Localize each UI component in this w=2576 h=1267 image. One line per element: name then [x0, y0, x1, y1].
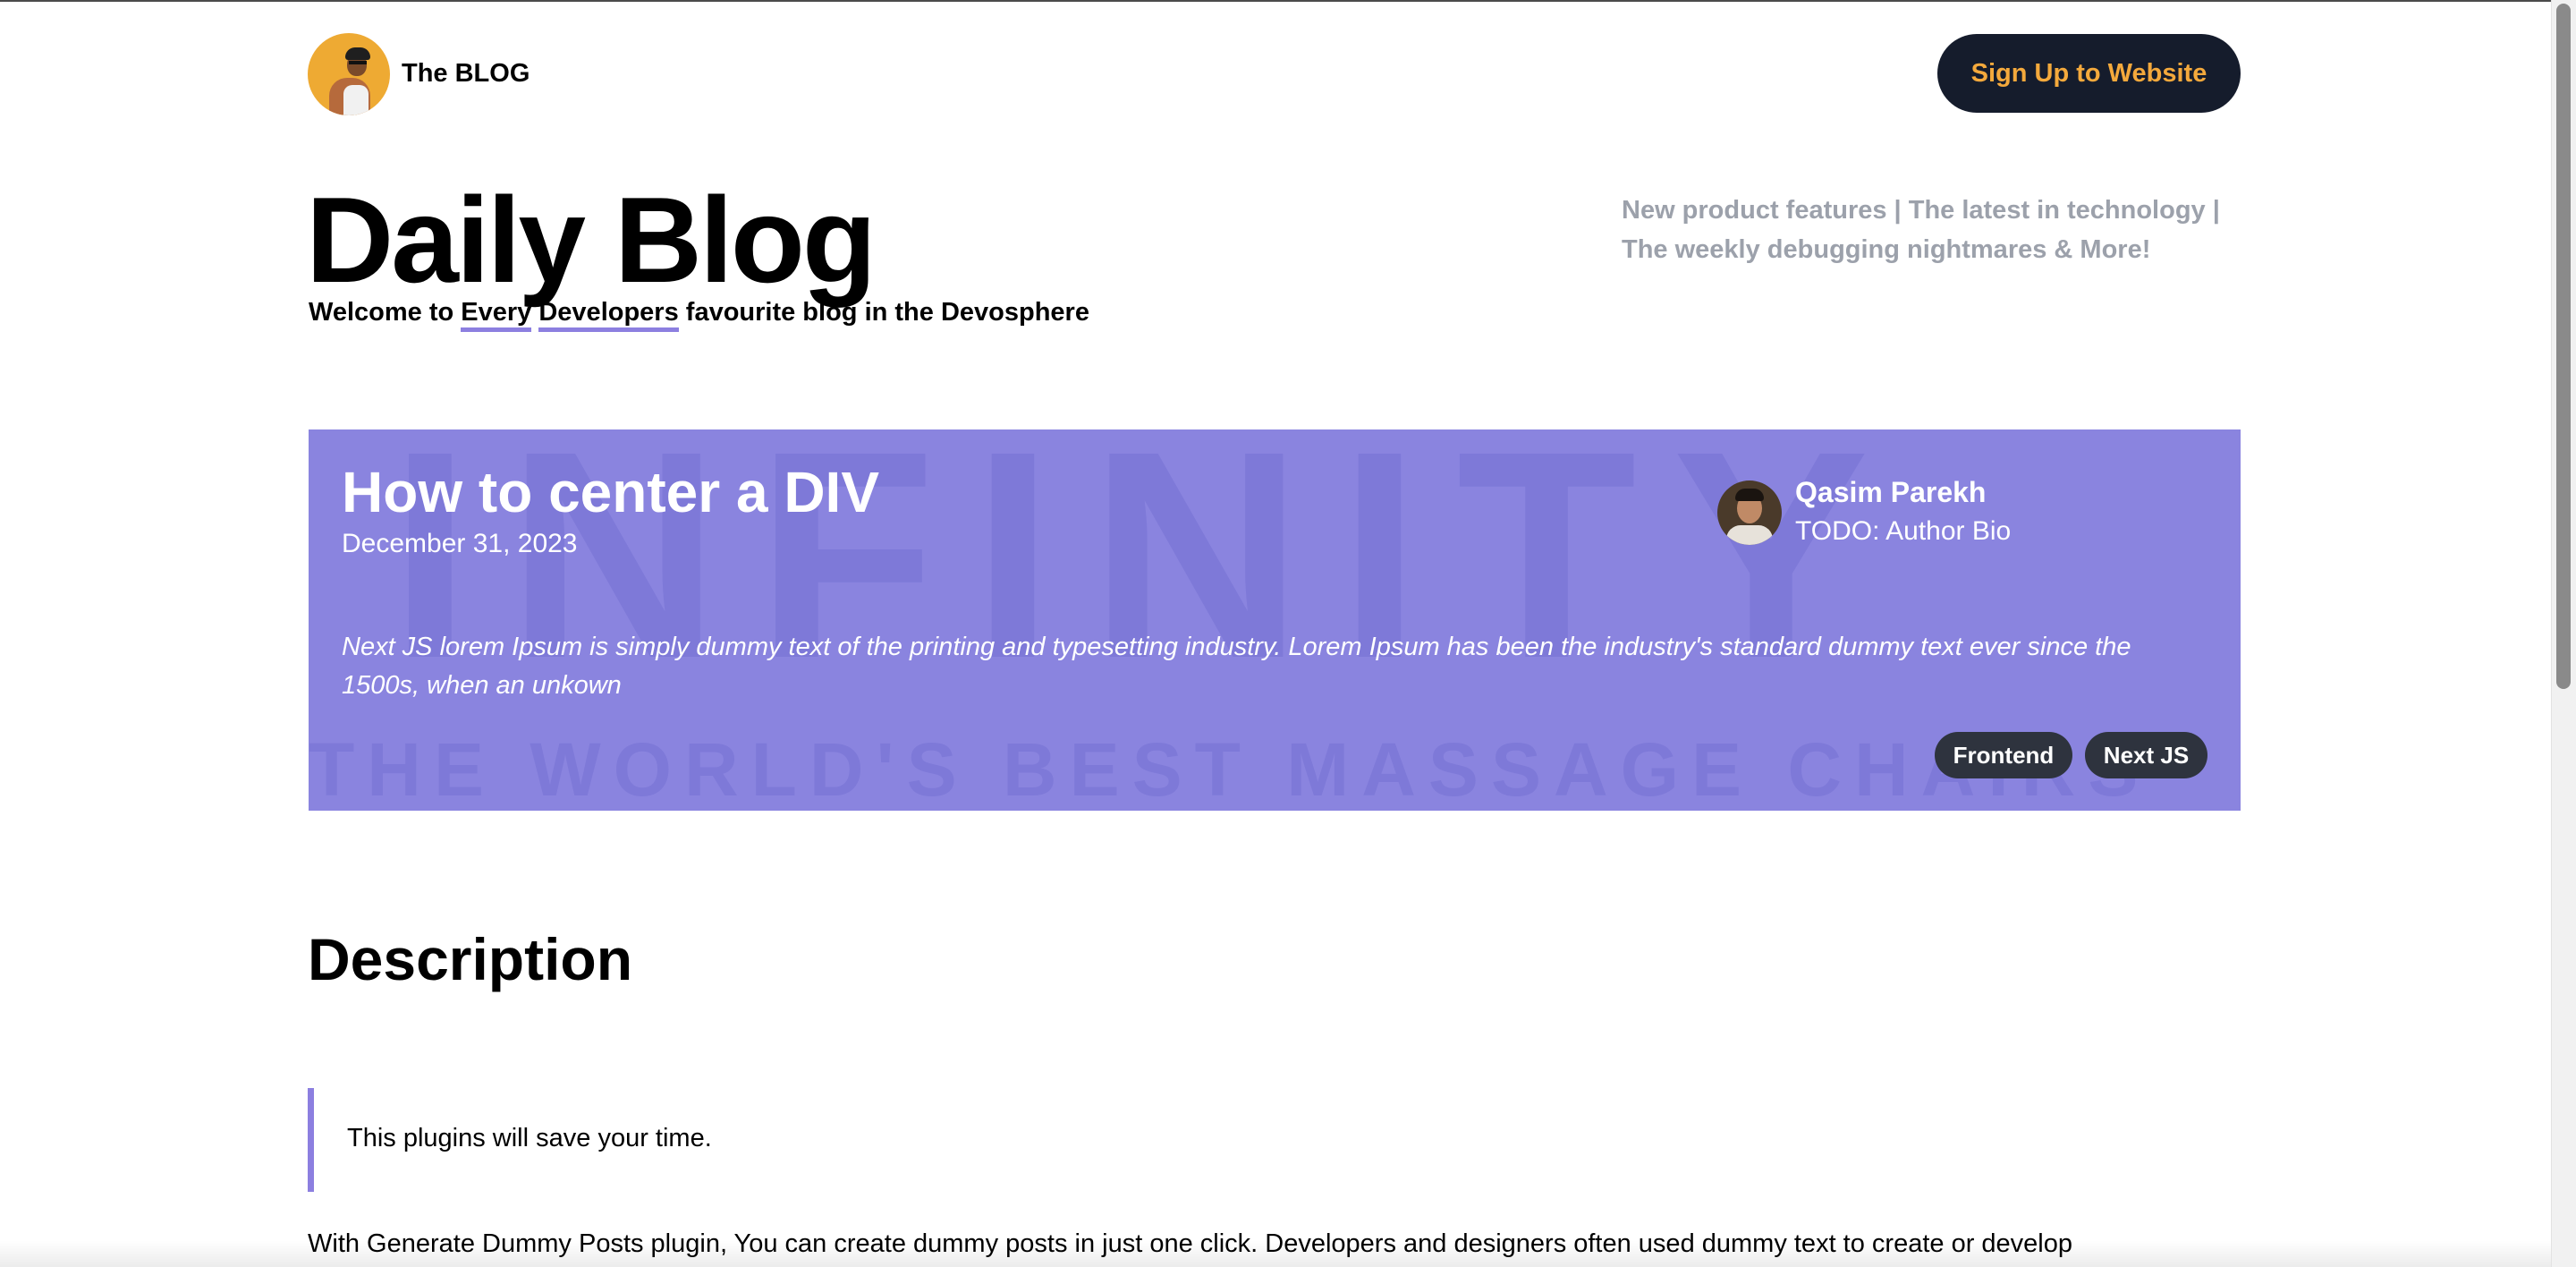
author-name: Qasim Parekh [1795, 476, 1987, 508]
subtitle-text: favourite blog in the Devosphere [685, 298, 1089, 327]
blog-logo-avatar[interactable] [308, 33, 390, 115]
description-heading: Description [308, 926, 633, 992]
site-tagline: New product features | The latest in tec… [1622, 196, 2220, 264]
blockquote: This plugins will save your time. [308, 1088, 2240, 1192]
page-title: Daily Blog [306, 172, 877, 308]
window-top-border [0, 0, 2576, 2]
post-title[interactable]: How to center a DIV [342, 456, 879, 528]
post-excerpt: Next JS lorem Ipsum is simply dummy text… [342, 633, 2131, 700]
page-subtitle: Welcome to Every Developers favourite bl… [309, 296, 1089, 332]
bottom-fade [0, 1240, 2551, 1267]
subtitle-space [679, 298, 686, 327]
brand-name-link[interactable]: The BLOG [402, 57, 530, 89]
avatar-shirt [343, 85, 369, 115]
blockquote-text: This plugins will save your time. [347, 1124, 712, 1152]
author-avatar [1717, 480, 1782, 545]
avatar-glasses [349, 61, 367, 64]
author-avatar-torso [1726, 525, 1773, 545]
subtitle-text: Welcome to [309, 298, 462, 327]
card-background-line: THE WORLD'S BEST MASSAGE CHAIRS [309, 727, 2151, 811]
tag-next-js[interactable]: Next JS [2085, 732, 2207, 778]
featured-post-card[interactable]: INFINITY THE WORLD'S BEST MASSAGE CHAIRS… [309, 429, 2241, 811]
scrollbar-thumb[interactable] [2556, 4, 2571, 689]
avatar-hair [345, 47, 370, 60]
subtitle-highlight-every: Every [461, 298, 532, 332]
tag-frontend[interactable]: Frontend [1935, 732, 2072, 778]
signup-button[interactable]: Sign Up to Website [1937, 34, 2241, 113]
author-bio: TODO: Author Bio [1795, 516, 2012, 546]
subtitle-highlight-developers: Developers [538, 298, 679, 332]
post-date: December 31, 2023 [342, 529, 578, 558]
author-avatar-hair [1735, 489, 1764, 501]
